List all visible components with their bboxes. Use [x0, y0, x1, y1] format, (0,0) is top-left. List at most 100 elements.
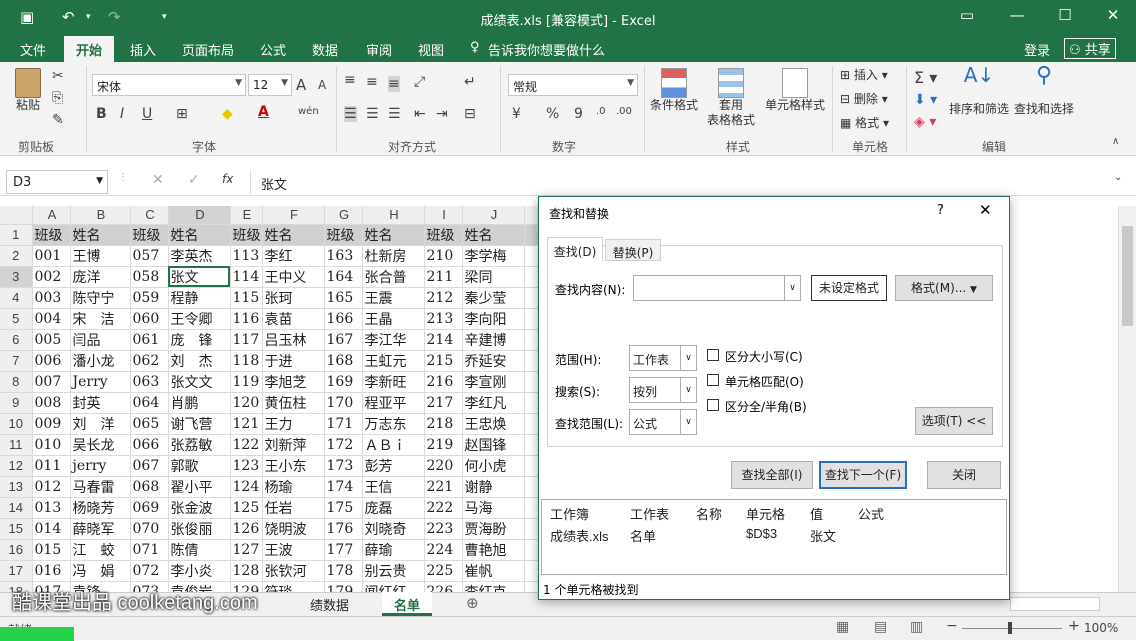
cell[interactable]: 秦少莹 — [462, 287, 525, 309]
cell[interactable]: 115 — [230, 287, 263, 309]
cell[interactable]: 210 — [424, 245, 463, 267]
cell[interactable]: 116 — [230, 308, 263, 330]
cell[interactable]: 别云贵 — [362, 560, 425, 582]
find-all-button[interactable]: 查找全部(I) — [731, 461, 813, 489]
cell[interactable]: 马海 — [462, 497, 525, 519]
currency-icon[interactable]: ¥ — [512, 106, 521, 122]
cell[interactable]: 崔帆 — [462, 560, 525, 582]
cell[interactable]: 223 — [424, 518, 463, 540]
tell-me-box[interactable]: 告诉我你想要做什么 — [488, 40, 605, 59]
cell[interactable]: 姓名 — [168, 224, 231, 246]
page-layout-view-icon[interactable]: ▤ — [874, 619, 887, 635]
row-header[interactable]: 13 — [0, 476, 33, 498]
cell[interactable]: 175 — [324, 497, 363, 519]
cell[interactable]: 张金波 — [168, 497, 231, 519]
cell[interactable]: 169 — [324, 371, 363, 393]
column-header[interactable]: A — [32, 206, 71, 225]
cell[interactable]: 姓名 — [262, 224, 325, 246]
find-select-button[interactable]: ⚲ 查找和选择 — [1012, 65, 1076, 117]
cell[interactable]: 007 — [32, 371, 71, 393]
cell[interactable]: 123 — [230, 455, 263, 477]
cell[interactable]: 李新旺 — [362, 371, 425, 393]
column-header[interactable]: F — [262, 206, 325, 225]
cell[interactable]: 张文 — [168, 266, 231, 288]
cell[interactable]: 乔延安 — [462, 350, 525, 372]
clear-icon[interactable]: ◈ ▾ — [914, 114, 936, 130]
sort-filter-button[interactable]: A↓ 排序和筛选 — [948, 65, 1010, 117]
cell[interactable]: 114 — [230, 266, 263, 288]
dialog-close-icon[interactable]: ✕ — [979, 201, 992, 219]
cell[interactable]: 吴长龙 — [70, 434, 131, 456]
cell[interactable]: 陈守宁 — [70, 287, 131, 309]
cell[interactable]: 程静 — [168, 287, 231, 309]
cell[interactable]: 李宣刚 — [462, 371, 525, 393]
cell[interactable]: 赵国锋 — [462, 434, 525, 456]
results-column-header[interactable]: 公式 — [858, 504, 884, 523]
ribbon-display-icon[interactable]: ▭ — [952, 6, 982, 24]
horizontal-scrollbar[interactable] — [1010, 597, 1100, 611]
cell[interactable]: Jerry — [70, 371, 131, 393]
font-size-select[interactable]: 12 ▼ — [248, 74, 292, 96]
cell[interactable]: 程亚平 — [362, 392, 425, 414]
cell[interactable]: 226 — [424, 581, 463, 592]
dialog-close-button[interactable]: 关闭 — [927, 461, 1001, 489]
cell[interactable]: 059 — [130, 287, 169, 309]
align-top-icon[interactable]: ≡ — [344, 72, 356, 88]
tab-file[interactable]: 文件 — [20, 40, 46, 59]
cell[interactable]: 袁苗 — [262, 308, 325, 330]
match-width-checkbox[interactable] — [707, 399, 719, 411]
cell[interactable]: 120 — [230, 392, 263, 414]
tab-data[interactable]: 数据 — [312, 40, 338, 59]
row-header[interactable]: 1 — [0, 224, 33, 246]
font-name-select[interactable]: 宋体 ▼ — [92, 74, 246, 96]
cell[interactable]: 165 — [324, 287, 363, 309]
cell[interactable]: 065 — [130, 413, 169, 435]
row-header[interactable]: 12 — [0, 455, 33, 477]
tab-insert[interactable]: 插入 — [130, 40, 156, 59]
chevron-down-icon[interactable]: ∨ — [784, 276, 800, 300]
cell[interactable]: 陈倩 — [168, 539, 231, 561]
zoom-out-button[interactable]: − — [946, 618, 958, 634]
cell[interactable]: 225 — [424, 560, 463, 582]
expand-formula-icon[interactable]: ⌄ — [1114, 172, 1122, 183]
confirm-formula-icon[interactable]: ✓ — [188, 172, 200, 188]
cell[interactable]: 李红 — [262, 245, 325, 267]
orientation-icon[interactable]: ⤢ — [414, 74, 425, 90]
cell[interactable]: 庞磊 — [362, 497, 425, 519]
cell[interactable]: 014 — [32, 518, 71, 540]
cell[interactable]: 宋 洁 — [70, 308, 131, 330]
cell[interactable]: 215 — [424, 350, 463, 372]
delete-cells-button[interactable]: ⊟ 删除 ▾ — [840, 92, 888, 107]
cell[interactable]: 063 — [130, 371, 169, 393]
insert-function-icon[interactable]: fx — [222, 172, 233, 186]
cell[interactable]: jerry — [70, 455, 131, 477]
cell[interactable]: 王小东 — [262, 455, 325, 477]
cell[interactable]: 班级 — [32, 224, 71, 246]
cell[interactable]: 214 — [424, 329, 463, 351]
row-header[interactable]: 15 — [0, 518, 33, 540]
cell[interactable]: 060 — [130, 308, 169, 330]
comma-style-button[interactable]: 9 — [574, 106, 583, 122]
cell[interactable]: 117 — [230, 329, 263, 351]
find-next-button[interactable]: 查找下一个(F) — [819, 461, 907, 489]
cell[interactable]: 肖鹏 — [168, 392, 231, 414]
align-center-icon[interactable]: ☰ — [366, 106, 379, 122]
wrap-text-icon[interactable]: ↵ — [464, 74, 476, 90]
cell[interactable]: 067 — [130, 455, 169, 477]
insert-cells-button[interactable]: ⊞ 插入 ▾ — [840, 68, 888, 83]
cell[interactable]: 167 — [324, 329, 363, 351]
tab-review[interactable]: 审阅 — [366, 40, 392, 59]
cell[interactable]: 125 — [230, 497, 263, 519]
number-format-select[interactable]: 常规 ▼ — [508, 74, 638, 96]
cell[interactable]: 张文文 — [168, 371, 231, 393]
match-case-checkbox[interactable] — [707, 349, 719, 361]
cell[interactable]: 015 — [32, 539, 71, 561]
cell[interactable]: 013 — [32, 497, 71, 519]
cell[interactable]: 王忠焕 — [462, 413, 525, 435]
collapse-ribbon-icon[interactable]: ∧ — [1112, 136, 1119, 147]
conditional-formatting-button[interactable]: 条件格式 — [648, 68, 700, 113]
cell[interactable]: 118 — [230, 350, 263, 372]
cell[interactable]: 何小虎 — [462, 455, 525, 477]
row-header[interactable]: 2 — [0, 245, 33, 267]
cell[interactable]: 班级 — [424, 224, 463, 246]
